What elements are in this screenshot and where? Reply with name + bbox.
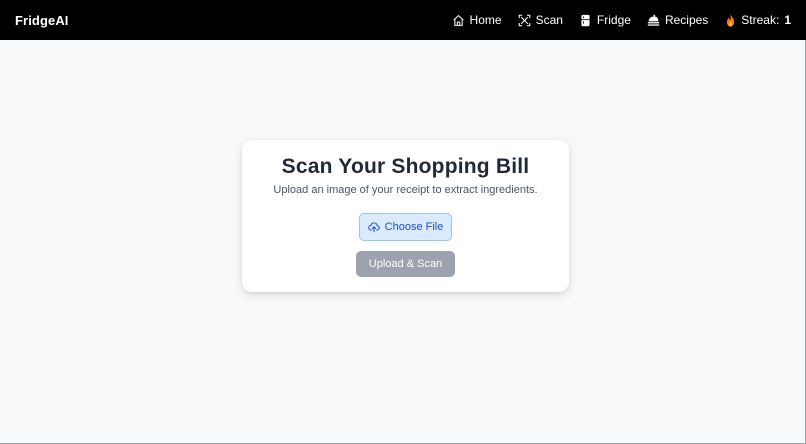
upload-scan-button[interactable]: Upload & Scan [356, 251, 455, 277]
recipes-icon [647, 14, 660, 26]
streak-count: 1 [784, 13, 791, 27]
top-navbar: FridgeAI Home Scan Fridge Recipes Streak… [0, 0, 806, 40]
nav-item-label: Fridge [596, 13, 631, 27]
nav-item-fridge[interactable]: Fridge [579, 13, 631, 27]
scan-icon [518, 14, 530, 26]
choose-file-label: Choose File [384, 221, 444, 233]
nav-links: Home Scan Fridge Recipes Streak: 1 [436, 0, 791, 40]
home-icon [452, 14, 464, 26]
streak-label: Streak: [741, 13, 780, 27]
fridge-icon [581, 14, 590, 26]
nav-item-scan[interactable]: Scan [518, 13, 563, 27]
scan-card: Scan Your Shopping Bill Upload an image … [242, 140, 569, 292]
nav-item-home[interactable]: Home [452, 13, 502, 27]
nav-item-label: Recipes [664, 13, 709, 27]
flame-icon [727, 13, 735, 27]
nav-item-recipes[interactable]: Recipes [647, 13, 708, 27]
page-title: Scan Your Shopping Bill [281, 155, 530, 178]
nav-item-label: Home [469, 13, 502, 27]
choose-file-button[interactable]: Choose File [359, 213, 452, 241]
nav-item-label: Scan [535, 13, 563, 27]
brand-logo[interactable]: FridgeAI [15, 13, 69, 28]
cloud-upload-icon [367, 222, 380, 233]
streak-counter: Streak: 1 [725, 13, 791, 27]
page-subtitle: Upload an image of your receipt to extra… [273, 184, 538, 196]
